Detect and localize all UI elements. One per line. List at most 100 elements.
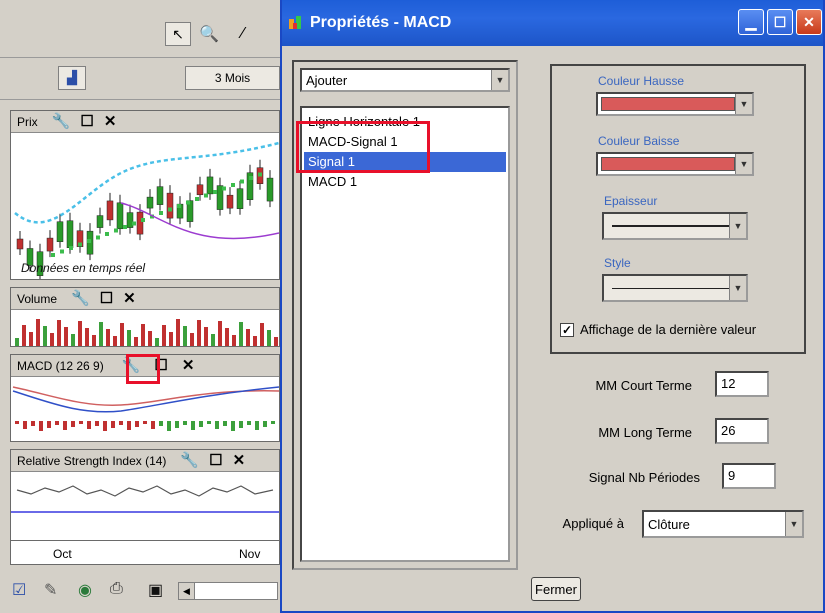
horizontal-scrollbar[interactable]: ◀ bbox=[178, 582, 278, 600]
volume-panel: Volume 🔧 ☐ ✕ bbox=[10, 287, 280, 347]
price-panel-header: Prix 🔧 ☐ ✕ bbox=[11, 111, 279, 133]
volume-bar bbox=[22, 325, 26, 346]
add-combo[interactable]: Ajouter ▼ bbox=[300, 68, 510, 92]
bottom-toolbar: ☑ ✎ ◉ ⎙ ▣ ◀ bbox=[0, 570, 300, 613]
volume-bar bbox=[50, 333, 54, 346]
x-axis-label-oct: Oct bbox=[53, 547, 72, 561]
scroll-left-icon[interactable]: ◀ bbox=[179, 583, 195, 599]
series-list: Ligne Horizontale 1 MACD-Signal 1 Signal 1… bbox=[300, 106, 510, 562]
volume-bar bbox=[15, 338, 19, 346]
price-chart bbox=[14, 141, 279, 279]
candle-body bbox=[16, 238, 24, 250]
volume-bar bbox=[78, 321, 82, 346]
parabolic-sar-dot bbox=[51, 253, 55, 257]
candle-body bbox=[136, 211, 144, 235]
close-icon[interactable]: ✕ bbox=[182, 358, 195, 373]
candle-body bbox=[206, 176, 214, 195]
thickness-combo[interactable]: ▼ bbox=[602, 212, 748, 240]
short-term-input[interactable]: 12 bbox=[715, 371, 769, 397]
color-down-combo[interactable]: ▼ bbox=[596, 152, 754, 176]
signal-periods-input[interactable]: 9 bbox=[722, 463, 776, 489]
globe-icon[interactable]: ◉ bbox=[78, 580, 92, 600]
maximize-icon[interactable]: ☐ bbox=[100, 291, 113, 306]
volume-bar bbox=[134, 337, 138, 346]
volume-bar bbox=[127, 330, 131, 346]
macd-histogram-bar bbox=[263, 421, 267, 427]
candle-body bbox=[116, 202, 124, 230]
candle-body bbox=[66, 220, 74, 248]
wrench-icon[interactable]: 🔧 bbox=[71, 291, 90, 306]
maximize-icon[interactable]: ☐ bbox=[209, 453, 222, 468]
maximize-icon: ☐ bbox=[773, 13, 787, 30]
show-last-value-checkbox[interactable]: ✓ bbox=[560, 322, 574, 337]
highlight-wrench-box bbox=[126, 354, 160, 384]
close-icon[interactable]: ✕ bbox=[104, 114, 117, 129]
chevron-down-icon[interactable]: ▼ bbox=[491, 70, 508, 90]
volume-bar bbox=[183, 326, 187, 346]
macd-histogram-bar bbox=[223, 421, 227, 426]
volume-bar bbox=[260, 323, 264, 346]
close-button[interactable]: ✕ bbox=[796, 9, 822, 35]
x-axis: Oct Nov bbox=[10, 541, 280, 565]
volume-bar bbox=[57, 320, 61, 346]
parabolic-sar-dot bbox=[177, 204, 181, 208]
macd-histogram-bar bbox=[15, 421, 19, 424]
main-toolbar: ↖ 🔍 ⁄ bbox=[0, 0, 300, 58]
parabolic-sar-dot bbox=[60, 249, 64, 254]
volume-bar bbox=[155, 338, 159, 346]
wrench-icon[interactable]: 🔧 bbox=[180, 453, 199, 468]
close-icon[interactable]: ✕ bbox=[123, 291, 136, 306]
macd-histogram-bar bbox=[119, 421, 123, 425]
save-icon[interactable]: ▣ bbox=[148, 580, 163, 600]
volume-bar bbox=[169, 332, 173, 346]
close-dialog-button-label: Fermer bbox=[535, 581, 577, 597]
volume-bar bbox=[253, 336, 257, 346]
parabolic-sar-dot bbox=[78, 242, 82, 247]
color-up-swatch bbox=[601, 97, 735, 111]
chart-type-button[interactable]: ▟ bbox=[58, 66, 86, 90]
chevron-down-icon[interactable]: ▼ bbox=[735, 94, 752, 114]
chevron-down-icon[interactable]: ▼ bbox=[785, 512, 802, 536]
thickness-line-sample bbox=[612, 225, 730, 227]
candle-body bbox=[46, 237, 54, 252]
brush-icon[interactable]: ✎ bbox=[44, 580, 57, 600]
wrench-icon[interactable]: 🔧 bbox=[52, 114, 71, 129]
close-dialog-button[interactable]: Fermer bbox=[531, 577, 581, 601]
properties-dialog: Propriétés - MACD ▁ ☐ ✕ Ajouter ▼ Ligne … bbox=[280, 0, 825, 613]
macd-histogram-bar bbox=[231, 421, 235, 431]
color-up-combo[interactable]: ▼ bbox=[596, 92, 754, 116]
volume-bar bbox=[225, 328, 229, 346]
chevron-down-icon[interactable]: ▼ bbox=[729, 276, 746, 300]
volume-bar bbox=[113, 336, 117, 346]
close-icon[interactable]: ✕ bbox=[233, 453, 246, 468]
pointer-tool-button[interactable]: ↖ bbox=[165, 22, 191, 46]
macd-histogram-bar bbox=[103, 421, 107, 431]
macd-histogram-bar bbox=[247, 421, 251, 425]
line-tool-button[interactable]: ⁄ bbox=[232, 22, 254, 46]
long-term-label: MM Long Terme bbox=[598, 425, 692, 440]
applied-to-combo[interactable]: Clôture ▼ bbox=[642, 510, 804, 538]
macd-histogram-bar bbox=[255, 421, 259, 430]
show-last-value-row[interactable]: ✓ Affichage de la dernière valeur bbox=[560, 322, 756, 337]
parabolic-sar-dot bbox=[123, 225, 127, 229]
maximize-icon[interactable]: ☐ bbox=[80, 114, 93, 129]
style-combo[interactable]: ▼ bbox=[602, 274, 748, 302]
volume-bar bbox=[211, 334, 215, 346]
chevron-down-icon[interactable]: ▼ bbox=[735, 154, 752, 174]
minimize-button[interactable]: ▁ bbox=[738, 9, 764, 35]
macd-histogram-bar bbox=[87, 421, 91, 429]
print-icon[interactable]: ⎙ bbox=[110, 580, 123, 598]
series-list-item[interactable]: MACD 1 bbox=[304, 172, 506, 192]
maximize-button[interactable]: ☐ bbox=[767, 9, 793, 35]
show-last-value-label: Affichage de la dernière valeur bbox=[580, 322, 757, 337]
zoom-tool-button[interactable]: 🔍 bbox=[195, 22, 223, 46]
checklist-icon[interactable]: ☑ bbox=[12, 580, 26, 600]
volume-bar bbox=[106, 329, 110, 346]
macd-histogram-bar bbox=[135, 421, 139, 427]
macd-histogram-bar bbox=[23, 421, 27, 429]
macd-histogram-bar bbox=[39, 421, 43, 431]
dialog-titlebar[interactable]: Propriétés - MACD ▁ ☐ ✕ bbox=[282, 0, 823, 46]
period-button[interactable]: 3 Mois bbox=[185, 66, 280, 90]
chevron-down-icon[interactable]: ▼ bbox=[729, 214, 746, 238]
long-term-input[interactable]: 26 bbox=[715, 418, 769, 444]
